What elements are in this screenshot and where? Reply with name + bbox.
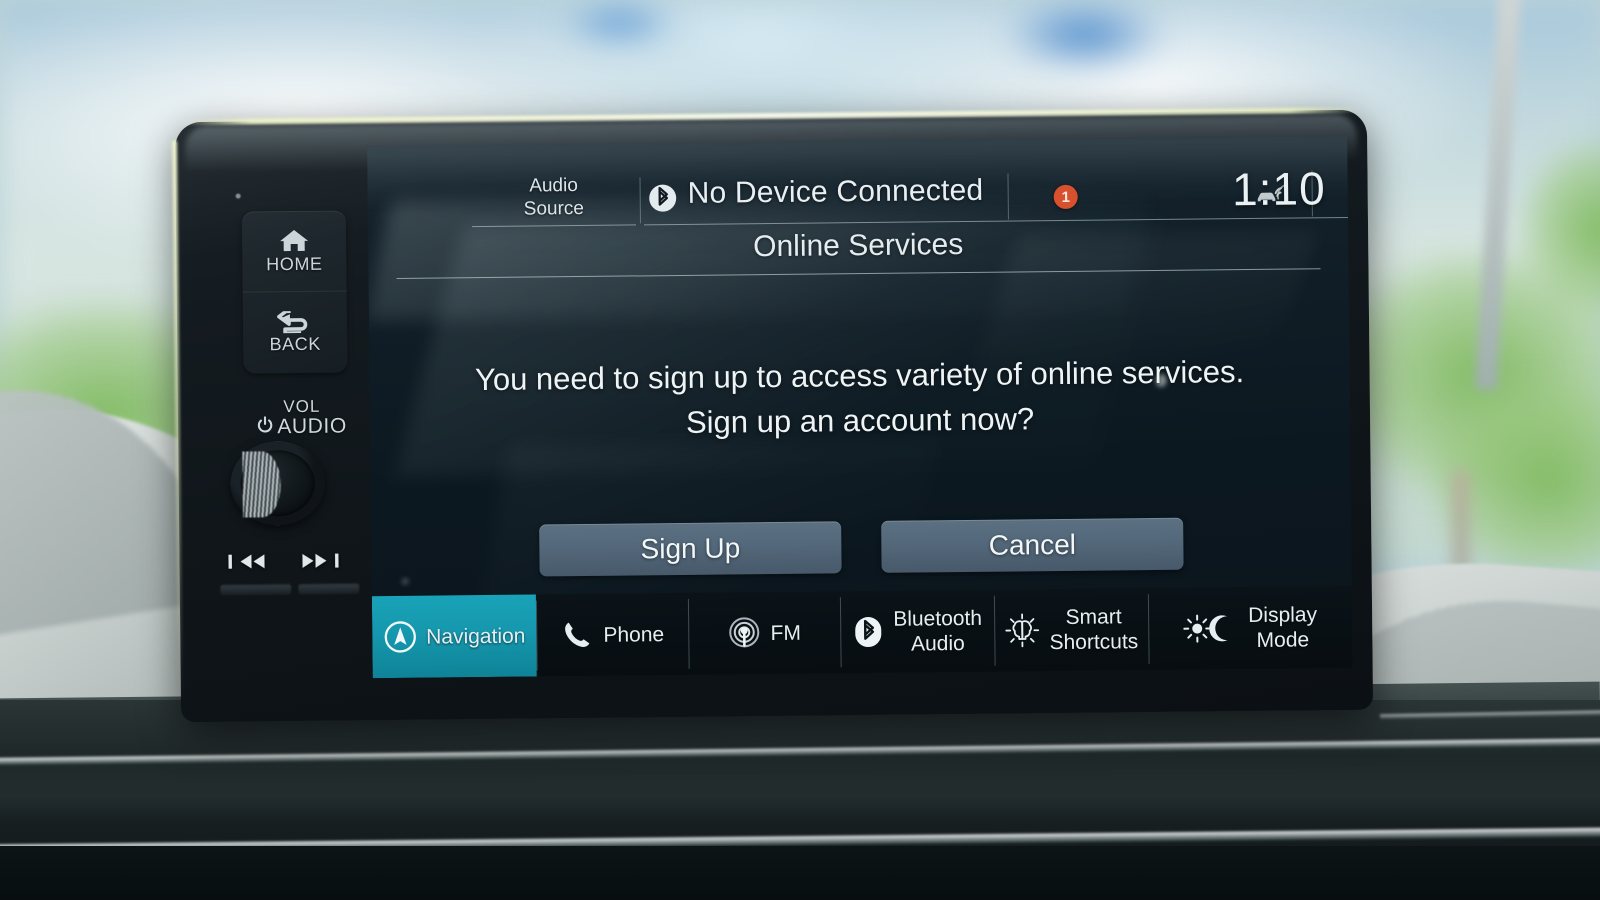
notification-badge[interactable]: 1 <box>1053 184 1078 210</box>
bezel-sensor-dot <box>235 193 241 199</box>
taskbar-label-bluetooth-line1: Bluetooth <box>893 606 983 631</box>
previous-track-button[interactable] <box>227 551 271 576</box>
taskbar-label-bluetooth-audio: Bluetooth Audio <box>893 606 982 657</box>
title-divider <box>396 268 1321 279</box>
audio-source-label-line1: Audio <box>529 175 578 197</box>
home-icon <box>279 227 309 252</box>
glass-speck-c <box>401 577 409 585</box>
taskbar-label-display-line2: Mode <box>1256 628 1310 652</box>
touchscreen-display[interactable]: Audio Source No Device Connected 1 1:10 … <box>367 135 1353 679</box>
button-slot-right <box>297 582 360 595</box>
taskbar-label-fm: FM <box>770 621 802 645</box>
taskbar-item-fm[interactable]: FM <box>688 591 841 675</box>
home-button[interactable]: HOME <box>241 210 347 293</box>
device-status-text: No Device Connected <box>687 173 984 210</box>
audio-source-label-line2: Source <box>523 197 585 220</box>
taskbar-label-phone: Phone <box>603 622 665 647</box>
dialog-message: You need to sign up to access variety of… <box>409 348 1310 447</box>
bottom-taskbar: Navigation Phone FM Bluetooth Audio Smar… <box>371 585 1353 679</box>
palm-tree-far-right <box>1520 140 1600 320</box>
taskbar-item-display-mode[interactable]: Display Mode <box>1148 586 1353 670</box>
audio-source-button[interactable]: Audio Source <box>483 174 623 221</box>
audio-label: AUDIO <box>277 414 347 439</box>
sky-blue-patch-secondary <box>560 0 680 46</box>
hard-button-panel: HOME BACK <box>241 210 348 374</box>
volume-knob-labels: VOL AUDIO <box>238 396 366 439</box>
navigation-arrow-icon <box>383 620 417 654</box>
taskbar-label-display-line1: Display <box>1248 603 1318 628</box>
back-button-label: BACK <box>269 333 322 354</box>
button-slot-left <box>219 583 292 596</box>
status-bar-divider-1 <box>639 177 641 224</box>
taskbar-label-bluetooth-line2: Audio <box>910 632 965 656</box>
clock: 1:10 <box>1231 162 1326 216</box>
cancel-button[interactable]: Cancel <box>881 517 1184 573</box>
next-track-button[interactable] <box>295 551 339 576</box>
taskbar-label-smart-line2: Shortcuts <box>1049 630 1139 655</box>
sun-moon-icon <box>1183 611 1239 646</box>
infotainment-head-unit: HOME BACK VOL AUDIO Audio Source No Devi… <box>174 109 1374 723</box>
taskbar-label-navigation: Navigation <box>426 624 526 649</box>
dialog-message-line1: You need to sign up to access variety of… <box>474 354 1245 398</box>
power-icon <box>257 416 273 438</box>
volume-knob-knurling <box>242 451 282 518</box>
back-arrow-icon <box>277 310 313 333</box>
taskbar-label-smart-shortcuts: Smart Shortcuts <box>1049 604 1138 655</box>
taskbar-label-smart-line1: Smart <box>1065 605 1122 629</box>
sky-blue-patch <box>1000 0 1170 70</box>
home-button-label: HOME <box>266 253 323 274</box>
bluetooth-icon <box>648 183 678 218</box>
taskbar-item-smart-shortcuts[interactable]: Smart Shortcuts <box>994 588 1149 672</box>
taskbar-item-phone[interactable]: Phone <box>536 593 689 677</box>
status-bar-rule-left <box>471 224 636 228</box>
dialog-message-line2: Sign up an account now? <box>685 401 1035 440</box>
bluetooth-icon <box>852 615 884 649</box>
back-button[interactable]: BACK <box>243 291 348 373</box>
phone-handset-icon <box>560 618 594 652</box>
page-title: Online Services <box>753 228 964 264</box>
status-bar: Audio Source No Device Connected 1 1:10 <box>367 162 1353 228</box>
dialog-actions: Sign Up Cancel <box>371 516 1351 578</box>
taskbar-item-bluetooth-audio[interactable]: Bluetooth Audio <box>840 590 995 674</box>
status-bar-rule-right <box>643 215 1353 226</box>
sign-up-button[interactable]: Sign Up <box>539 521 842 577</box>
dashboard-bottom-strip <box>0 846 1600 900</box>
brain-idea-icon <box>1004 612 1040 648</box>
status-bar-divider-2 <box>1007 173 1009 220</box>
taskbar-label-display-mode: Display Mode <box>1248 602 1317 653</box>
taskbar-item-navigation[interactable]: Navigation <box>371 594 537 679</box>
radio-broadcast-icon <box>727 616 761 650</box>
